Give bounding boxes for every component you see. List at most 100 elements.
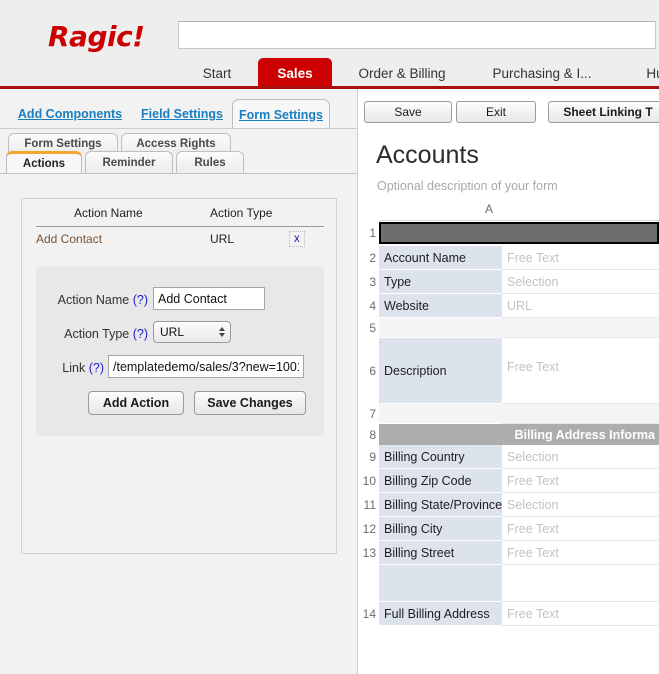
field-type-cell[interactable]: Selection (502, 445, 659, 469)
label-text: Link (62, 361, 86, 375)
field-type-cell[interactable]: Free Text (502, 338, 659, 404)
field-label-cell[interactable]: Full Billing Address (379, 602, 502, 626)
tab-label: Form Settings (24, 138, 102, 150)
delete-action-link[interactable]: x (289, 231, 305, 247)
field-type-cell[interactable]: Free Text (502, 246, 659, 270)
field-label-cell[interactable]: Type (379, 270, 502, 294)
field-type-cell[interactable]: Selection (502, 493, 659, 517)
tab-label: Reminder (102, 156, 156, 169)
help-icon[interactable]: (?) (133, 293, 148, 307)
tab-rules[interactable]: Rules (176, 151, 244, 173)
form-preview-panel: Save Exit Sheet Linking T Accounts Optio… (358, 89, 659, 674)
tab-label: Access Rights (136, 138, 216, 150)
level1-tab-bar: Add Components Field Settings Form Setti… (0, 99, 358, 129)
label-action-name: Action Name (?) (36, 293, 148, 307)
add-action-button[interactable]: Add Action (88, 391, 184, 415)
level3-tab-bar: Actions Reminder Rules (0, 151, 358, 174)
sheet-row[interactable]: 11 Billing State/Province Selection (358, 493, 659, 517)
nav-tab-order-billing[interactable]: Order & Billing (344, 58, 460, 89)
nav-tab-sales[interactable]: Sales (258, 58, 332, 89)
tab-add-components[interactable]: Add Components (8, 99, 132, 129)
help-icon[interactable]: (?) (133, 327, 148, 341)
sheet-row[interactable]: 9 Billing Country Selection (358, 445, 659, 469)
field-label-cell[interactable]: Billing State/Province (379, 493, 502, 517)
sheet-row[interactable]: 12 Billing City Free Text (358, 517, 659, 541)
field-type-cell[interactable] (502, 318, 659, 338)
section-header-cell[interactable]: Billing Address Informa (379, 424, 659, 445)
sheet-row[interactable]: 1 (358, 222, 659, 244)
field-type-cell[interactable]: Selection (502, 270, 659, 294)
row-action-name: Add Contact (36, 232, 103, 246)
row-number: 4 (358, 294, 379, 318)
sheet-row[interactable]: 5 (358, 318, 659, 338)
column-header-action-type: Action Type (210, 206, 273, 220)
row-number: 5 (358, 318, 379, 338)
sheet-row[interactable]: 13 Billing Street Free Text (358, 541, 659, 565)
nav-tab-purchasing[interactable]: Purchasing & I... (482, 58, 602, 89)
field-label-cell[interactable]: Billing Zip Code (379, 469, 502, 493)
field-label-cell[interactable]: Description (379, 338, 502, 404)
search-input[interactable] (178, 21, 656, 49)
field-type-cell[interactable]: Free Text (502, 469, 659, 493)
sheet-row[interactable]: 3 Type Selection (358, 270, 659, 294)
preview-toolbar: Save Exit Sheet Linking T (358, 89, 659, 127)
row-number: 8 (358, 424, 379, 445)
row-number: 1 (358, 222, 379, 244)
field-label-cell[interactable]: Account Name (379, 246, 502, 270)
action-type-value: URL (160, 325, 185, 339)
field-type-cell[interactable]: URL (502, 294, 659, 318)
field-label-cell[interactable]: Billing Street (379, 541, 502, 565)
save-button[interactable]: Save (364, 101, 452, 123)
nav-tab-human-resources[interactable]: Hu (640, 58, 659, 89)
field-type-cell[interactable] (502, 404, 659, 424)
save-changes-button[interactable]: Save Changes (194, 391, 306, 415)
chevron-updown-icon (219, 327, 225, 337)
action-name-input[interactable] (153, 287, 265, 310)
tab-label: Field Settings (141, 107, 223, 121)
field-type-cell[interactable]: Free Text (502, 541, 659, 565)
tab-label: Actions (22, 157, 66, 170)
table-row[interactable]: Add Contact URL x (36, 227, 324, 253)
sheet-linking-tool-button[interactable]: Sheet Linking T (548, 101, 659, 123)
nav-tab-start[interactable]: Start (190, 58, 244, 89)
field-type-cell[interactable]: Free Text (502, 602, 659, 626)
tab-label: Add Components (17, 107, 123, 121)
field-label-cell[interactable]: Billing Country (379, 445, 502, 469)
help-icon[interactable]: (?) (89, 361, 104, 375)
field-type-cell[interactable]: Free Text (502, 517, 659, 541)
row-number: 11 (358, 493, 379, 517)
sheet-row[interactable]: 8 Billing Address Informa (358, 424, 659, 445)
link-input[interactable] (108, 355, 304, 378)
nav-tab-label: Purchasing & I... (492, 66, 592, 81)
sheet-row[interactable]: 2 Account Name Free Text (358, 246, 659, 270)
sheet-row[interactable]: 10 Billing Zip Code Free Text (358, 469, 659, 493)
sheet-row[interactable]: 14 Full Billing Address Free Text (358, 602, 659, 626)
field-type-cell[interactable] (502, 565, 659, 602)
selected-cell[interactable] (379, 222, 659, 244)
sheet-row[interactable]: 4 Website URL (358, 294, 659, 318)
field-label-cell[interactable] (379, 318, 502, 338)
row-number: 14 (358, 602, 379, 626)
app-root: Ragic! Start Sales Order & Billing Purch… (0, 0, 659, 674)
sheet-row[interactable] (358, 565, 659, 602)
action-type-select[interactable]: URL (153, 321, 231, 343)
tab-form-settings[interactable]: Form Settings (232, 99, 330, 129)
sheet-row[interactable]: 6 Description Free Text (358, 338, 659, 404)
tab-reminder[interactable]: Reminder (85, 151, 173, 173)
actions-table: Action Name Action Type Add Contact URL … (36, 204, 324, 253)
left-settings-panel: Add Components Field Settings Form Setti… (0, 89, 358, 674)
field-label-cell[interactable]: Website (379, 294, 502, 318)
actions-panel-box: Action Name Action Type Add Contact URL … (21, 198, 337, 554)
sheet-row[interactable]: 7 (358, 404, 659, 424)
field-label-cell[interactable] (379, 565, 502, 602)
tab-field-settings[interactable]: Field Settings (130, 99, 234, 129)
exit-button[interactable]: Exit (456, 101, 536, 123)
field-label-cell[interactable]: Billing City (379, 517, 502, 541)
field-label-cell[interactable] (379, 404, 502, 424)
form-description: Optional description of your form (377, 179, 558, 193)
tab-actions[interactable]: Actions (6, 151, 82, 173)
actions-table-header: Action Name Action Type (36, 204, 324, 227)
nav-tab-label: Hu (646, 66, 659, 81)
row-number: 6 (358, 338, 379, 404)
form-sheet: A 1 2 Account Name Free Text 3 Type Sele… (358, 201, 659, 674)
